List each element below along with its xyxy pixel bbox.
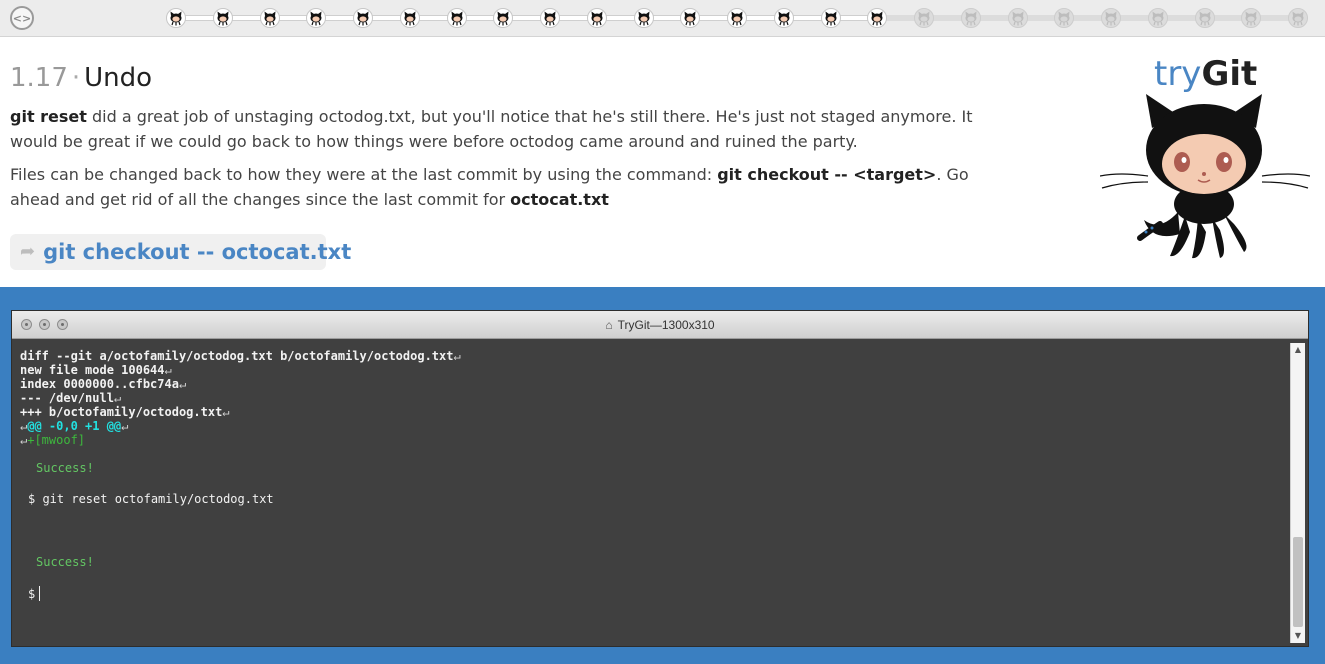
progress-bar: <> (0, 0, 1325, 37)
pending-step-octocat-icon[interactable] (1007, 8, 1028, 28)
terminal-window: ⌂ TryGit—1300x310 diff --git a/octofamily… (11, 310, 1309, 647)
logo-git: Git (1201, 54, 1258, 94)
terminal-area: ⌂ TryGit—1300x310 diff --git a/octofamily… (0, 287, 1325, 664)
scrollbar-thumb[interactable] (1293, 537, 1303, 627)
completed-step-octocat-icon[interactable] (820, 8, 841, 28)
lesson-paragraph-2: Files can be changed back to how they we… (10, 162, 1000, 212)
lesson-panel: 1.17 · Undo git reset did a great job of u… (10, 60, 1000, 212)
pending-step-octocat-icon[interactable] (1101, 8, 1121, 28)
arrow-icon: ➦ (20, 241, 36, 262)
completed-step-octocat-icon[interactable] (867, 8, 888, 28)
scroll-down-arrow-icon[interactable]: ▼ (1291, 629, 1305, 643)
diff-added-line: ↵+[mwoof] (20, 433, 86, 447)
completed-step-octocat-icon[interactable] (353, 8, 373, 28)
logo-try: try (1154, 54, 1202, 94)
terminal-title: ⌂ TryGit—1300x310 (12, 311, 1308, 339)
pending-step-octocat-icon[interactable] (1288, 8, 1308, 28)
lesson-separator: · (71, 63, 81, 93)
completed-step-octocat-icon[interactable] (212, 8, 233, 28)
terminal-title-text: TryGit—1300x310 (617, 318, 715, 332)
pending-step-octocat-icon[interactable] (914, 8, 934, 28)
progress-track-fill (176, 15, 878, 21)
pending-step-octocat-icon[interactable] (960, 8, 981, 28)
hint-command[interactable]: git checkout -- octocat.txt (43, 240, 351, 264)
diff-line: diff --git a/octofamily/octodog.txt b/oc… (20, 349, 461, 363)
pending-step-octocat-icon[interactable] (1194, 8, 1215, 28)
code-brackets-icon[interactable]: <> (10, 6, 34, 30)
completed-step-octocat-icon[interactable] (633, 8, 654, 28)
diff-line: new file mode 100644↵ (20, 363, 172, 377)
trygit-logo: tryGit (1100, 54, 1310, 268)
inline-command: git checkout -- <target> (717, 165, 937, 184)
success-message: Success! (36, 555, 94, 569)
completed-step-octocat-icon[interactable] (259, 8, 280, 28)
terminal-output[interactable]: diff --git a/octofamily/octodog.txt b/oc… (12, 339, 1289, 646)
completed-step-octocat-icon[interactable] (773, 8, 794, 28)
command-line: $ git reset octofamily/octodog.txt (28, 492, 274, 506)
lesson-title: 1.17 · Undo (10, 60, 1000, 96)
terminal-prompt[interactable]: $ (28, 586, 41, 601)
octocat-icon (1100, 94, 1310, 259)
scroll-up-arrow-icon[interactable]: ▲ (1291, 343, 1305, 357)
home-icon: ⌂ (605, 318, 613, 332)
completed-step-octocat-icon[interactable] (306, 8, 327, 28)
pending-step-octocat-icon[interactable] (1147, 8, 1168, 28)
diff-line: index 0000000..cfbc74a↵ (20, 377, 187, 391)
completed-step-octocat-icon[interactable] (680, 8, 701, 28)
lesson-name: Undo (84, 63, 153, 93)
completed-step-octocat-icon[interactable] (446, 8, 467, 28)
pending-step-octocat-icon[interactable] (1241, 8, 1262, 28)
terminal-titlebar: ⌂ TryGit—1300x310 (12, 311, 1308, 339)
lesson-paragraph-1: git reset did a great job of unstaging o… (10, 104, 1000, 154)
completed-step-octocat-icon[interactable] (166, 8, 186, 28)
completed-step-octocat-icon[interactable] (586, 8, 607, 28)
hint-command-box[interactable]: ➦ git checkout -- octocat.txt (10, 234, 351, 270)
diff-line: +++ b/octofamily/octodog.txt↵ (20, 405, 230, 419)
paragraph-text: did a great job of unstaging octodog.txt… (10, 107, 973, 151)
terminal-scrollbar[interactable]: ▲ ▼ (1290, 343, 1305, 643)
completed-step-octocat-icon[interactable] (540, 8, 560, 28)
completed-step-octocat-icon[interactable] (399, 8, 420, 28)
logo-wordmark: tryGit (1154, 54, 1257, 94)
inline-command: git reset (10, 107, 87, 126)
pending-step-octocat-icon[interactable] (1054, 8, 1075, 28)
text-cursor (39, 586, 41, 601)
diff-hunk-header: ↵@@ -0,0 +1 @@↵ (20, 419, 129, 433)
success-message: Success! (36, 461, 94, 475)
lesson-number: 1.17 (10, 63, 68, 93)
completed-step-octocat-icon[interactable] (493, 8, 514, 28)
completed-step-octocat-icon[interactable] (727, 8, 747, 28)
inline-filename: octocat.txt (510, 190, 609, 209)
diff-line: --- /dev/null↵ (20, 391, 122, 405)
paragraph-text: Files can be changed back to how they we… (10, 165, 718, 184)
